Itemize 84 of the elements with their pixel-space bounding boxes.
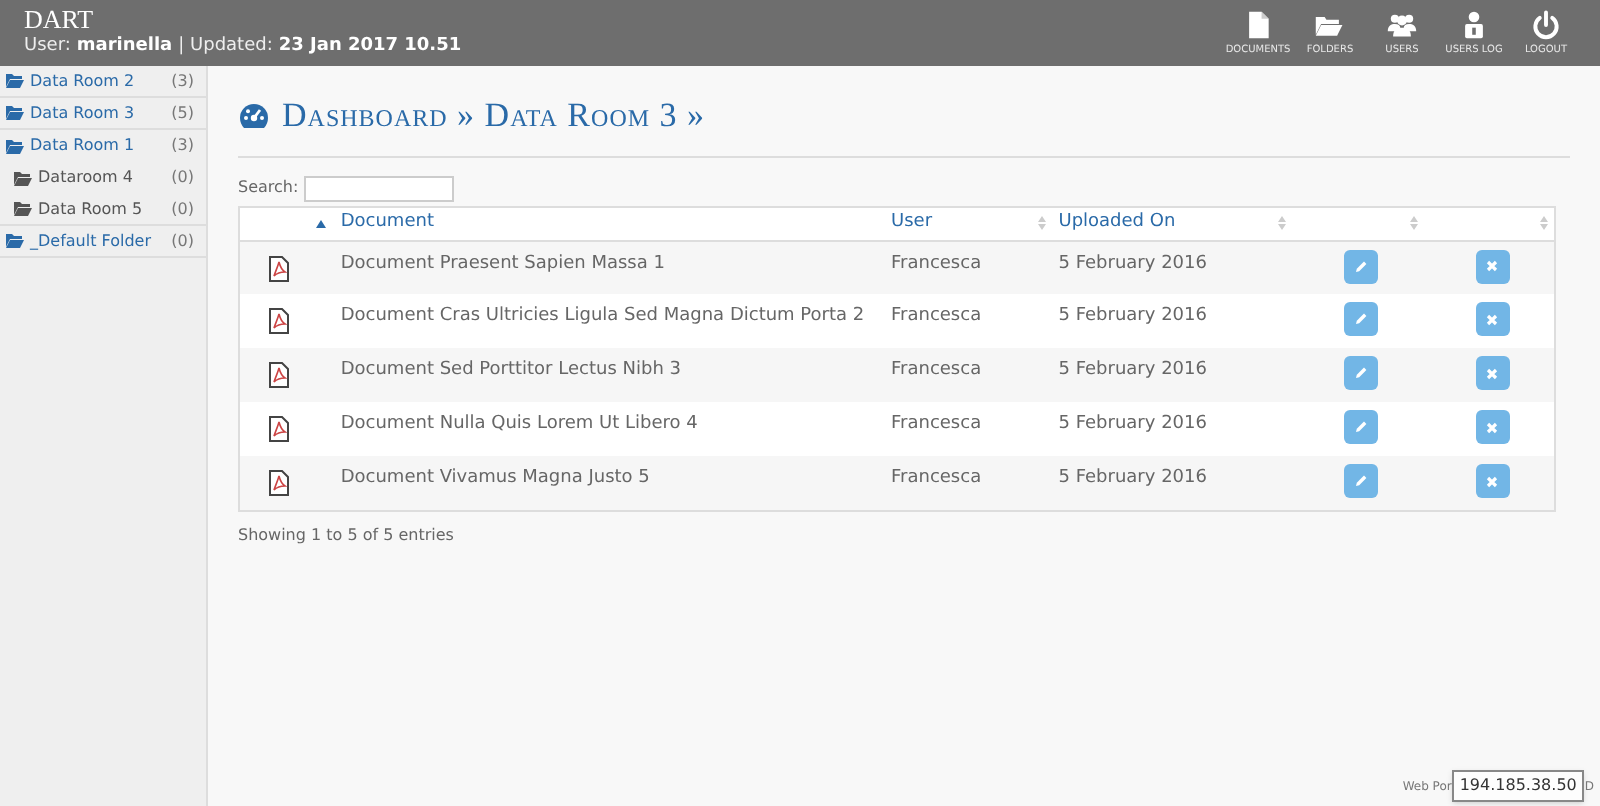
sidebar-item[interactable]: _Default Folder (0) — [0, 226, 206, 258]
item-count: (0) — [171, 197, 194, 221]
edit-button[interactable] — [1343, 464, 1378, 498]
upload-date: 5 February 2016 — [1058, 360, 1207, 380]
ip-tooltip: 194.185.38.50 — [1451, 770, 1585, 802]
column-header[interactable]: Uploaded On — [1058, 209, 1176, 237]
upload-date: 5 February 2016 — [1058, 253, 1207, 273]
sort-icon[interactable] — [1038, 216, 1047, 230]
folder-name: Dataroom 4 — [38, 166, 133, 190]
document-name[interactable]: Document Sed Porttitor Lectus Nibh 3 — [340, 360, 681, 380]
user-name: Francesca — [891, 414, 982, 434]
delete-button[interactable] — [1475, 410, 1510, 444]
pencil-icon — [1353, 420, 1368, 434]
pdf-file-icon — [268, 416, 290, 442]
document-name[interactable]: Document Vivamus Magna Justo 5 — [340, 468, 650, 488]
edit-button[interactable] — [1343, 356, 1378, 390]
edit-button[interactable] — [1343, 249, 1378, 283]
breadcrumb: Dashboard » Data Room 3 » — [282, 94, 706, 138]
sidebar-item[interactable]: Dataroom 4 (0) — [0, 162, 206, 194]
folder-name: _Default Folder — [30, 229, 151, 253]
folder-name: Data Room 3 — [30, 101, 135, 125]
item-count: (0) — [171, 229, 194, 253]
sort-icon[interactable] — [1277, 216, 1286, 230]
delete-button[interactable] — [1475, 464, 1510, 498]
sort-ascending-icon[interactable] — [316, 219, 327, 227]
sidebar-item[interactable]: Data Room 5 (0) — [0, 194, 206, 226]
dashboard-icon — [238, 101, 270, 130]
user-name: marinella — [76, 34, 173, 58]
folder-name: Data Room 2 — [30, 69, 135, 93]
document-name[interactable]: Document Praesent Sapien Massa 1 — [340, 253, 665, 273]
user-label: User: — [24, 34, 71, 58]
app-title: DART — [24, 6, 96, 34]
search-field[interactable] — [304, 175, 455, 201]
pdf-file-icon — [268, 362, 290, 388]
document-name[interactable]: Document Nulla Quis Lorem Ut Libero 4 — [340, 414, 698, 434]
close-icon — [1486, 313, 1499, 325]
close-icon — [1486, 475, 1499, 487]
column-header[interactable]: User — [891, 209, 933, 237]
delete-button[interactable] — [1475, 356, 1510, 390]
user-name: Francesca — [891, 253, 982, 273]
sidebar-item[interactable]: Data Room 3 (5) — [0, 98, 206, 130]
sidebar-item[interactable]: Data Room 2 (3) — [0, 66, 206, 98]
item-count: (3) — [171, 134, 194, 158]
pencil-icon — [1353, 259, 1368, 273]
column-header[interactable]: Document — [340, 209, 434, 237]
item-count: (3) — [171, 69, 194, 93]
delete-button[interactable] — [1475, 302, 1510, 336]
pdf-file-icon — [268, 308, 290, 334]
edit-button[interactable] — [1343, 302, 1378, 336]
user-name: Francesca — [891, 360, 982, 380]
folder-icon — [6, 234, 24, 248]
updated-date: 23 Jan 2017 10.51 — [278, 34, 462, 58]
sort-icon[interactable] — [1409, 216, 1418, 230]
entries-info: Showing 1 to 5 of 5 entries — [238, 523, 456, 547]
pencil-icon — [1353, 474, 1368, 488]
edit-button[interactable] — [1343, 410, 1378, 444]
sort-icon[interactable] — [1540, 216, 1548, 230]
item-count: (5) — [171, 101, 194, 125]
upload-date: 5 February 2016 — [1058, 468, 1207, 488]
close-icon — [1486, 421, 1499, 433]
pdf-file-icon — [268, 255, 290, 281]
close-icon — [1486, 367, 1499, 379]
pencil-icon — [1353, 366, 1368, 380]
folder-name: Data Room 5 — [38, 197, 143, 221]
updated-label: | Updated: — [178, 34, 273, 58]
close-icon — [1486, 260, 1499, 272]
item-count: (0) — [171, 166, 194, 190]
pdf-file-icon — [268, 470, 290, 496]
folder-icon — [6, 74, 24, 88]
search-label: Search: — [238, 176, 299, 200]
user-name: Francesca — [891, 468, 982, 488]
document-name[interactable]: Document Cras Ultricies Ligula Sed Magna Dictum Porta 2 — [340, 306, 865, 326]
folder-name: Data Room 1 — [30, 134, 135, 158]
user-name: Francesca — [891, 306, 982, 326]
folder-icon — [6, 139, 24, 153]
upload-date: 5 February 2016 — [1058, 306, 1207, 326]
delete-button[interactable] — [1475, 249, 1510, 283]
folder-icon — [14, 171, 32, 185]
pencil-icon — [1353, 312, 1368, 326]
sidebar-item[interactable]: Data Room 1 (3) — [0, 130, 206, 162]
power-icon — [1530, 8, 1562, 42]
folder-icon — [6, 106, 24, 120]
upload-date: 5 February 2016 — [1058, 414, 1207, 434]
folder-icon — [14, 202, 32, 216]
